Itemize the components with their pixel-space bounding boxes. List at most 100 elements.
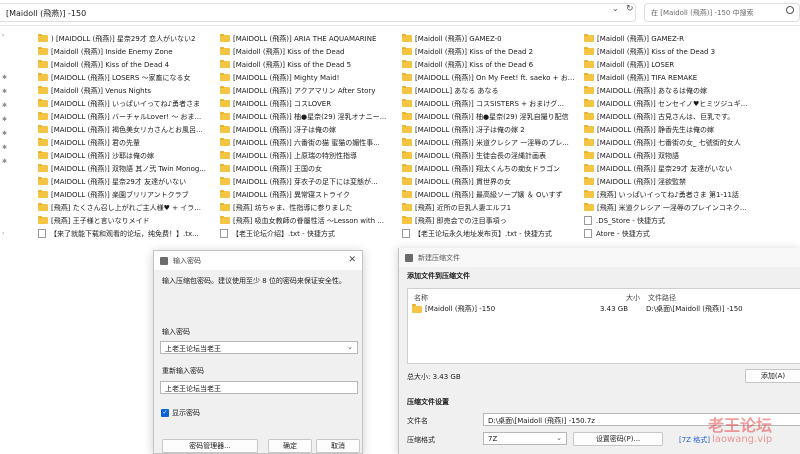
password-manager-button[interactable]: 密码管理器... — [162, 439, 258, 453]
folder-item[interactable]: [MAIDOLL (飛燕)] On My Feet! ft. saeko + お… — [402, 71, 580, 84]
folder-item[interactable]: [MAIDOLL (飛燕)] 七番街の女_ 七號街的女人 — [584, 136, 762, 149]
folder-item[interactable]: [MAIDOLL (飛燕)] 柚●星奈(29) 淫乳オナニー... — [220, 110, 398, 123]
folder-item[interactable]: [MAIDOLL (飛燕)] 貫世界の女 — [402, 175, 580, 188]
item-label: [Maidoll (飛燕)] Kiss of the Dead 6 — [415, 60, 534, 69]
folder-item[interactable]: [MAIDOLL] あなる あなる — [402, 84, 580, 97]
password-field[interactable]: 上老王论坛当老王 ⌄ — [160, 341, 358, 354]
file-item[interactable]: Atore - 快捷方式 — [584, 227, 762, 240]
file-item[interactable]: 【老王论坛永久地址发布页】.txt - 快捷方式 — [402, 227, 580, 240]
chevron-icon[interactable]: › — [2, 230, 4, 237]
folder-item[interactable]: [MAIDOLL (飛燕)] 冴子は俺の嫁 2 — [402, 123, 580, 136]
add-button[interactable]: 添加(A) — [745, 369, 800, 383]
folder-item[interactable]: [Maidoll (飛燕)] Kiss of the Dead 6 — [402, 58, 580, 71]
folder-item[interactable]: [MAIDOLL (飛燕)] 双物語 — [584, 149, 762, 162]
folder-item[interactable]: [MAIDOLL (飛燕)] Mighty Maid! — [220, 71, 398, 84]
search-icon[interactable] — [786, 6, 794, 14]
show-password-checkbox[interactable]: ✓ 显示密码 — [161, 408, 200, 418]
folder-item[interactable]: [MAIDOLL (飛燕)] コスLOVER — [220, 97, 398, 110]
chevron-icon[interactable]: › — [2, 32, 4, 39]
folder-item[interactable]: [MAIDOLL (飛燕)] 王国の女 — [220, 162, 398, 175]
folder-item[interactable]: [MAIDOLL (飛燕)] コスSISTERS + おまけグ... — [402, 97, 580, 110]
folder-item[interactable]: [MAIDOLL (飛燕)] 異常寝ストライク — [220, 188, 398, 201]
folder-item[interactable]: [Maidoll (飛燕)] Venus Nights — [38, 84, 216, 97]
chevron-down-icon[interactable]: ⌄ — [347, 343, 353, 351]
folder-item[interactable]: [飛燕] 即売会での注目事項っ — [402, 214, 580, 227]
folder-item[interactable]: [MAIDOLL (飛燕)] 芽衣子の足下には変態が... — [220, 175, 398, 188]
folder-item[interactable]: [Maidoll (飛燕)] GAMEZ-R — [584, 32, 762, 45]
folder-item[interactable]: [MAIDOLL (飛燕)] あなるは俺の嫁 — [584, 84, 762, 97]
folder-item[interactable]: ) [MAIDOLL (飛燕)] 星奈29才 恋人がいない2 — [38, 32, 216, 45]
item-label: [MAIDOLL (飛燕)] 翔太くんちの痴女ドラゴン — [415, 164, 560, 173]
folder-item[interactable]: [MAIDOLL (飛燕)] LOSERS ～家畜になる女 — [38, 71, 216, 84]
folder-icon — [38, 98, 48, 107]
folder-item[interactable]: [MAIDOLL (飛燕)] 双物語 其ノ弐 Twin Monog... — [38, 162, 216, 175]
folder-item[interactable]: [Maidoll (飛燕)] Kiss of the Dead 3 — [584, 45, 762, 58]
item-label: [MAIDOLL (飛燕)] 古見さんは、巨乳です。 — [597, 112, 735, 121]
cancel-button[interactable]: 取消 — [316, 439, 360, 453]
folder-item[interactable]: [飛燕] 坊ちゃま、性指導に参りました — [220, 201, 398, 214]
folder-icon — [220, 33, 230, 42]
folder-item[interactable]: [MAIDOLL (飛燕)] 褐色美女リカさんとお風呂... — [38, 123, 216, 136]
file-item[interactable]: .DS_Store - 快捷方式 — [584, 214, 762, 227]
address-bar[interactable]: [Maidoll (飛燕)] -150 — [0, 3, 636, 22]
folder-icon — [584, 59, 594, 68]
close-icon[interactable]: ✕ — [348, 255, 356, 265]
folder-item[interactable]: [Maidoll (飛燕)] Kiss of the Dead 4 — [38, 58, 216, 71]
folder-item[interactable]: [飛燕] 吸血女教師の眷屬性活 ～Lesson with ... — [220, 214, 398, 227]
item-label: [飛燕] いっぱいイってね♪勇者さま 第1-11話 — [597, 190, 739, 199]
folder-item[interactable]: [飛燕] 近所の巨乳人妻エルフ1 — [402, 201, 580, 214]
ok-button[interactable]: 确定 — [268, 439, 312, 453]
folder-item[interactable]: [MAIDOLL (飛燕)] 静香先生は俺の嫁 — [584, 123, 762, 136]
file-item[interactable]: 【来了就能下载和观看的论坛，纯免费！】.tx... — [38, 227, 216, 240]
item-label: [MAIDOLL (飛燕)] あなるは俺の嫁 — [597, 86, 707, 95]
folder-item[interactable]: [MAIDOLL (飛燕)] センセイノ♥ヒミツジュギ... — [584, 97, 762, 110]
folder-icon — [220, 85, 230, 94]
item-label: [Maidoll (飛燕)] Venus Nights — [51, 86, 152, 95]
folder-item[interactable]: [MAIDOLL (飛燕)] ARIA THE AQUAMARINE — [220, 32, 398, 45]
format-help-link[interactable]: [7Z 格式] — [679, 435, 710, 445]
folder-item[interactable]: [Maidoll (飛燕)] Inside Enemy Zone — [38, 45, 216, 58]
folder-item[interactable]: [Maidoll (飛燕)] LOSER — [584, 58, 762, 71]
reenter-password-label: 重新输入密码 — [162, 367, 204, 375]
folder-item[interactable]: [MAIDOLL (飛燕)] 淫欲監禁 — [584, 175, 762, 188]
format-select[interactable]: 7Z ⌄ — [483, 432, 567, 445]
folder-item[interactable]: [MAIDOLL (飛燕)] 六番街の猫 蜜猫の媚性事... — [220, 136, 398, 149]
folder-item[interactable]: [Maidoll (飛燕)] GAMEZ-0 — [402, 32, 580, 45]
folder-item[interactable]: [Maidoll (飛燕)] Kiss of the Dead 5 — [220, 58, 398, 71]
file-list-row[interactable]: [Maidoll (飛燕)] -150 3.43 GB D:\桌面\[Maido… — [410, 303, 800, 315]
folder-item[interactable]: [MAIDOLL (飛燕)] 沙耶は俺の嫁 — [38, 149, 216, 162]
folder-item[interactable]: [飛燕] 王子様と言いなりメイド — [38, 214, 216, 227]
folder-item[interactable]: [MAIDOLL (飛燕)] 星奈29才 友達がいない — [584, 162, 762, 175]
refresh-icon[interactable]: ↻ — [626, 4, 634, 14]
item-label: [MAIDOLL] あなる あなる — [415, 86, 499, 95]
folder-item[interactable]: [MAIDOLL (飛燕)] 楽園ブリリアントクラブ — [38, 188, 216, 201]
folder-item[interactable]: [MAIDOLL (飛燕)] 翔太くんちの痴女ドラゴン — [402, 162, 580, 175]
folder-item[interactable]: [飛燕] いっぱいイってね♪勇者さま 第1-11話 — [584, 188, 762, 201]
folder-item[interactable]: [MAIDOLL (飛燕)] いっぱいイってね♪勇者さま — [38, 97, 216, 110]
folder-item[interactable]: [MAIDOLL (飛燕)] 君の先輩 — [38, 136, 216, 149]
search-input[interactable]: 在 [Maidoll (飛燕)] -150 中搜索 — [644, 3, 800, 22]
folder-item[interactable]: [MAIDOLL (飛燕)] 古見さんは、巨乳です。 — [584, 110, 762, 123]
folder-item[interactable]: [MAIDOLL (飛燕)] 生徒会長の淫縄計画表 — [402, 149, 580, 162]
folder-item[interactable]: [MAIDOLL (飛燕)] 米道クレシア 一淫辱のプレ... — [402, 136, 580, 149]
folder-item[interactable]: [Maidoll (飛燕)] TIFA REMAKE — [584, 71, 762, 84]
item-label: [MAIDOLL (飛燕)] 上原瑞の特別性指導 — [233, 151, 357, 160]
folder-item[interactable]: [飛燕] 米道クレシア 一淫辱のプレインコネク... — [584, 201, 762, 214]
file-column: [Maidoll (飛燕)] GAMEZ-0 [Maidoll (飛燕)] Kis… — [402, 32, 580, 240]
folder-item[interactable]: [MAIDOLL (飛燕)] 柚●星奈(29) 淫乳自撮り配信 — [402, 110, 580, 123]
folder-item[interactable]: [MAIDOLL (飛燕)] 最高級ソープ嬢 ＆ Oいすず — [402, 188, 580, 201]
file-item[interactable]: 【老王论坛介绍】.txt - 快捷方式 — [220, 227, 398, 240]
chevron-down-icon[interactable]: ⌄ — [556, 434, 562, 442]
folder-item[interactable]: [MAIDOLL (飛燕)] バーチャルLover! ～ おま... — [38, 110, 216, 123]
folder-item[interactable]: [飛燕] たくさん召し上がれご主人様♥ + イラ... — [38, 201, 216, 214]
folder-item[interactable]: [MAIDOLL (飛燕)] 冴子は俺の嫁 — [220, 123, 398, 136]
folder-item[interactable]: [MAIDOLL (飛燕)] アクアマリン After Story — [220, 84, 398, 97]
reenter-password-field[interactable]: 上老王论坛当老王 — [160, 381, 358, 394]
folder-icon — [38, 124, 48, 133]
chevron-down-icon[interactable]: ⌄ — [612, 4, 619, 13]
folder-item[interactable]: [Maidoll (飛燕)] Kiss of the Dead — [220, 45, 398, 58]
set-password-button[interactable]: 设置密码(P)... — [573, 432, 663, 446]
folder-item[interactable]: [MAIDOLL (飛燕)] 上原瑞の特別性指導 — [220, 149, 398, 162]
folder-item[interactable]: [MAIDOLL (飛燕)] 星奈29才 友達がいない — [38, 175, 216, 188]
folder-item[interactable]: [Maidoll (飛燕)] Kiss of the Dead 2 — [402, 45, 580, 58]
